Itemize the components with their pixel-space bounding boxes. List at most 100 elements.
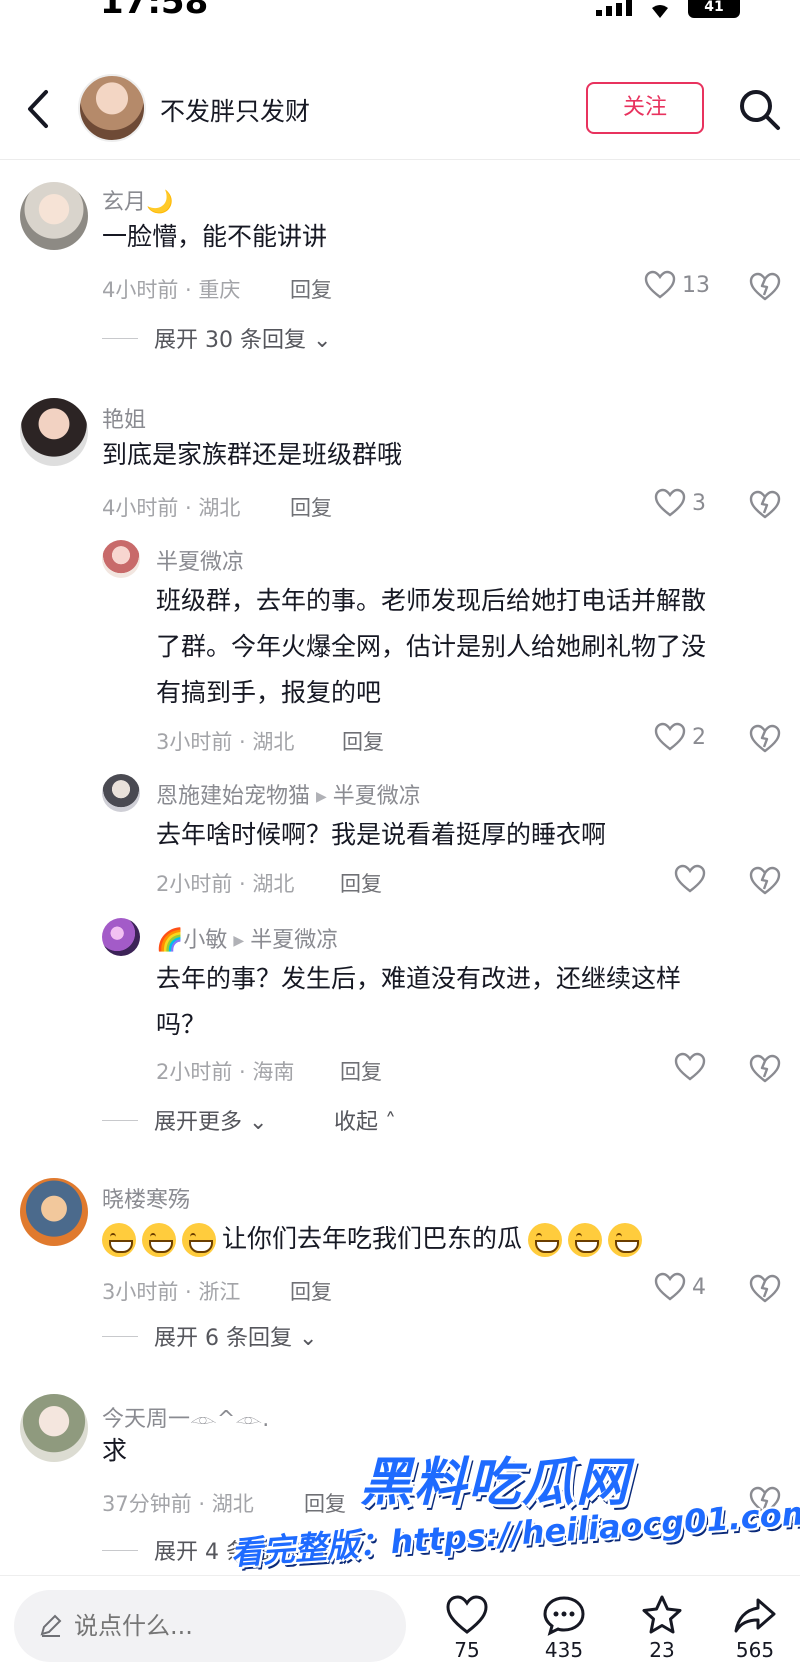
chevron-down-icon: ⌄ xyxy=(312,328,332,353)
grin-emoji-icon xyxy=(608,1223,643,1257)
like-button[interactable]: 2 xyxy=(654,722,706,752)
reply-arrow-icon: ▶ xyxy=(316,789,327,805)
comment-input[interactable] xyxy=(74,1606,384,1646)
like-button[interactable]: 4 xyxy=(654,1272,706,1302)
comment-bubble-icon xyxy=(543,1596,585,1636)
comment-username[interactable]: 艳姐 xyxy=(102,402,146,434)
dislike-icon[interactable] xyxy=(748,864,782,896)
status-icons: 41 xyxy=(596,0,740,18)
expand-replies-button[interactable]: 展开 6 条回复 ⌄ xyxy=(154,1320,317,1352)
divider xyxy=(102,1120,138,1121)
dislike-icon[interactable] xyxy=(748,1272,782,1304)
comment-text: 一脸懵，能不能讲讲 xyxy=(102,222,328,251)
comment-text: 到底是家族群还是班级群哦 xyxy=(102,440,403,469)
header-username[interactable]: 不发胖只发财 xyxy=(160,92,310,128)
reply-button[interactable]: 回复 xyxy=(340,868,382,898)
like-count: 2 xyxy=(692,724,706,750)
avatar[interactable] xyxy=(102,540,140,578)
comment-action[interactable]: 435 xyxy=(529,1594,599,1662)
pen-icon xyxy=(40,1614,62,1637)
share-icon xyxy=(734,1598,776,1633)
avatar[interactable] xyxy=(20,398,88,466)
reply-button[interactable]: 回复 xyxy=(290,274,332,304)
header-avatar[interactable] xyxy=(78,74,146,142)
like-count: 4 xyxy=(692,1274,706,1300)
reply-text-line: 吗？ xyxy=(156,1010,207,1039)
divider xyxy=(102,1550,138,1551)
heart-icon xyxy=(674,864,706,893)
heart-icon xyxy=(674,1052,706,1081)
comment-username[interactable]: 今天周一𓁹^𓁹. xyxy=(102,1398,269,1434)
dislike-icon[interactable] xyxy=(748,722,782,754)
battery-icon: 41 xyxy=(688,0,740,18)
grin-emoji-icon xyxy=(102,1223,136,1257)
reply-username[interactable]: 半夏微凉 xyxy=(156,544,244,576)
like-button[interactable] xyxy=(674,1052,706,1082)
like-action[interactable]: 75 xyxy=(432,1594,502,1662)
reply-button[interactable]: 回复 xyxy=(340,1056,382,1086)
reply-button[interactable]: 回复 xyxy=(290,492,332,522)
star-icon xyxy=(642,1595,682,1634)
comment-meta: 4小时前 · 湖北 xyxy=(102,496,241,520)
like-count: 75 xyxy=(454,1638,480,1662)
reply-arrow-icon: ▶ xyxy=(233,933,245,949)
heart-icon xyxy=(654,1272,686,1301)
collapse-button[interactable]: 收起 ˄ xyxy=(334,1104,396,1136)
chevron-down-icon: ⌄ xyxy=(298,1540,318,1565)
comment-item: 晓楼寒殇 让你们去年吃我们巴东的瓜 3小时前 · 浙江 回复 4 展开 6 条回… xyxy=(0,1170,800,1360)
dislike-icon[interactable] xyxy=(748,270,782,302)
reply-username[interactable]: 恩施建始宠物猫 ▶ 半夏微凉 xyxy=(156,778,421,810)
grin-emoji-icon xyxy=(142,1223,176,1257)
expand-replies-button[interactable]: 展开 30 条回复 ⌄ xyxy=(154,322,331,354)
avatar[interactable] xyxy=(102,774,140,812)
avatar[interactable] xyxy=(20,1178,88,1246)
dislike-icon[interactable] xyxy=(748,1052,782,1084)
share-action[interactable]: 565 xyxy=(720,1594,790,1662)
reply-meta: 2小时前 · 海南 xyxy=(156,1060,295,1084)
reply-text-line: 去年的事？发生后，难道没有改进，还继续这样 xyxy=(156,964,682,993)
heart-icon xyxy=(654,488,686,517)
reply-item: 恩施建始宠物猫 ▶ 半夏微凉 去年啥时候啊？我是说看着挺厚的睡衣啊 2小时前 · 湖… xyxy=(0,772,800,902)
expand-more-button[interactable]: 展开更多 ⌄ xyxy=(154,1104,267,1136)
comment-username[interactable]: 晓楼寒殇 xyxy=(102,1182,190,1214)
dislike-icon[interactable] xyxy=(748,488,782,520)
avatar[interactable] xyxy=(102,918,140,956)
grin-emoji-icon xyxy=(182,1223,216,1257)
reply-text-line: 有搞到手，报复的吧 xyxy=(156,678,382,707)
like-button[interactable]: 13 xyxy=(644,270,710,300)
wifi-icon xyxy=(652,5,668,18)
favorite-action[interactable]: 23 xyxy=(627,1594,697,1662)
chevron-up-icon: ˄ xyxy=(385,1110,397,1135)
like-button[interactable] xyxy=(674,864,706,894)
reply-item: 半夏微凉 班级群，去年的事。老师发现后给她打电话并解散 了群。今年火爆全网，估计… xyxy=(0,538,800,758)
header: 不发胖只发财 关注 xyxy=(0,60,800,160)
comment-item: 今天周一𓁹^𓁹. 求 37分钟前 · 湖北 回复 展开 4 条回复 ⌄ xyxy=(0,1386,800,1576)
like-button[interactable]: 3 xyxy=(654,488,706,518)
back-icon[interactable] xyxy=(18,84,58,134)
avatar[interactable] xyxy=(20,1394,88,1462)
reply-button[interactable]: 回复 xyxy=(342,726,384,756)
reply-button[interactable]: 回复 xyxy=(290,1276,332,1306)
status-time: 17:58 xyxy=(100,0,209,22)
reply-button[interactable]: 回复 xyxy=(304,1488,346,1518)
like-count: 13 xyxy=(682,272,710,298)
comment-item: 玄月🌙 一脸懵，能不能讲讲 4小时前 · 重庆 回复 13 展开 30 条回复 … xyxy=(0,170,800,360)
reply-username[interactable]: 🌈小敏 ▶ 半夏微凉 xyxy=(156,922,338,954)
heart-icon xyxy=(654,722,686,751)
avatar[interactable] xyxy=(20,182,88,250)
comment-count: 435 xyxy=(544,1638,584,1662)
divider xyxy=(102,338,138,339)
grin-emoji-icon xyxy=(528,1223,563,1257)
bottom-bar: 75 435 23 565 xyxy=(0,1575,800,1670)
comment-input-box[interactable] xyxy=(14,1590,406,1662)
reply-meta: 2小时前 · 湖北 xyxy=(156,872,295,896)
expand-replies-button[interactable]: 展开 4 条回复 ⌄ xyxy=(154,1534,317,1566)
search-icon[interactable] xyxy=(736,86,782,132)
reply-item: 🌈小敏 ▶ 半夏微凉 去年的事？发生后，难道没有改进，还继续这样 吗？ 2小时前 ·… xyxy=(0,916,800,1096)
dislike-icon[interactable] xyxy=(748,1484,782,1516)
reply-meta: 3小时前 · 湖北 xyxy=(156,730,295,754)
comment-username[interactable]: 玄月🌙 xyxy=(102,184,173,216)
reply-text-line: 去年啥时候啊？我是说看着挺厚的睡衣啊 xyxy=(156,820,607,849)
follow-button[interactable]: 关注 xyxy=(586,82,704,134)
favorite-count: 23 xyxy=(649,1638,675,1662)
